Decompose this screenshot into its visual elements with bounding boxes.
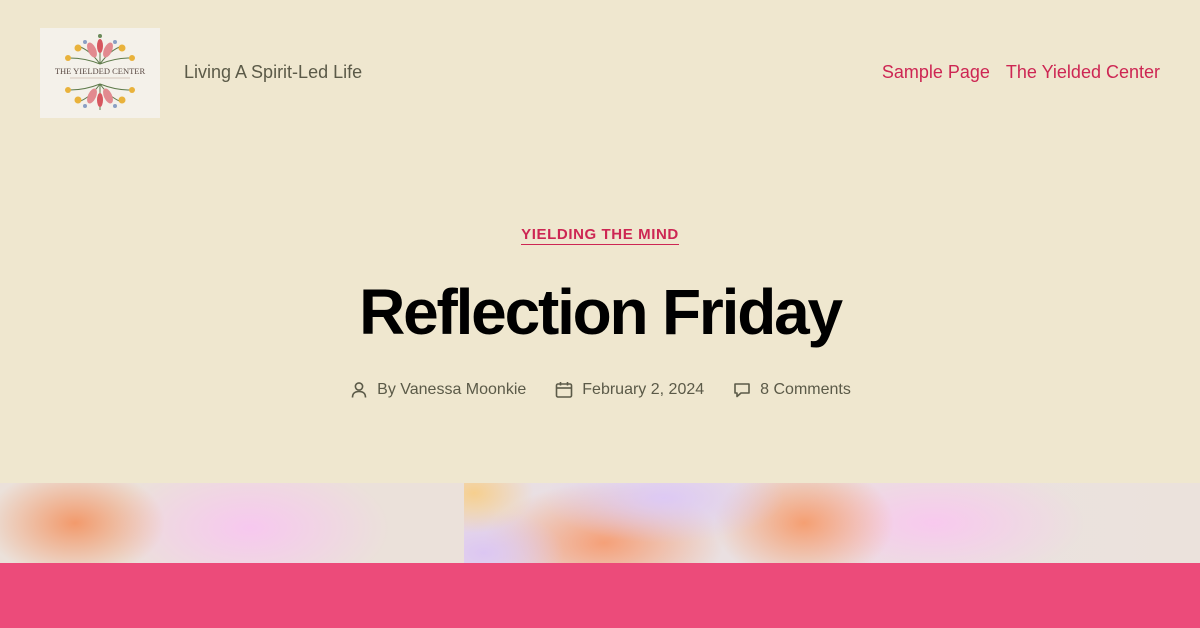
pink-band	[0, 563, 1200, 628]
site-logo[interactable]: THE YIELDED CENTER	[40, 28, 160, 118]
post-comments: 8 Comments	[732, 380, 851, 400]
comments-link[interactable]: 8 Comments	[760, 381, 851, 399]
post-title: Reflection Friday	[359, 276, 843, 348]
person-icon	[351, 382, 367, 398]
nav-item-the-yielded-center[interactable]: The Yielded Center	[1006, 62, 1160, 83]
logo-text: THE YIELDED CENTER	[55, 66, 146, 76]
featured-image	[0, 483, 1200, 563]
primary-nav: Sample Page The Yielded Center	[882, 62, 1160, 83]
site-tagline: Living A Spirit-Led Life	[184, 62, 363, 82]
featured-image-gradient	[464, 483, 1200, 563]
floral-logo-icon: THE YIELDED CENTER	[55, 34, 146, 110]
author-link[interactable]: By Vanessa Moonkie	[377, 381, 526, 399]
post-category: YIELDING THE MIND	[0, 226, 1200, 245]
date-link[interactable]: February 2, 2024	[582, 381, 704, 399]
post-date: February 2, 2024	[554, 380, 704, 400]
comment-bubble-icon	[734, 383, 750, 398]
post-author: By Vanessa Moonkie	[349, 380, 526, 400]
site-header: THE YIELDED CENTER Living A Spirit-Led L…	[0, 0, 1200, 150]
post-meta: By Vanessa Moonkie February 2, 2024 8 Co…	[0, 380, 1200, 400]
nav-item-sample-page[interactable]: Sample Page	[882, 62, 990, 83]
category-link[interactable]: YIELDING THE MIND	[521, 226, 679, 245]
calendar-icon	[555, 382, 573, 398]
